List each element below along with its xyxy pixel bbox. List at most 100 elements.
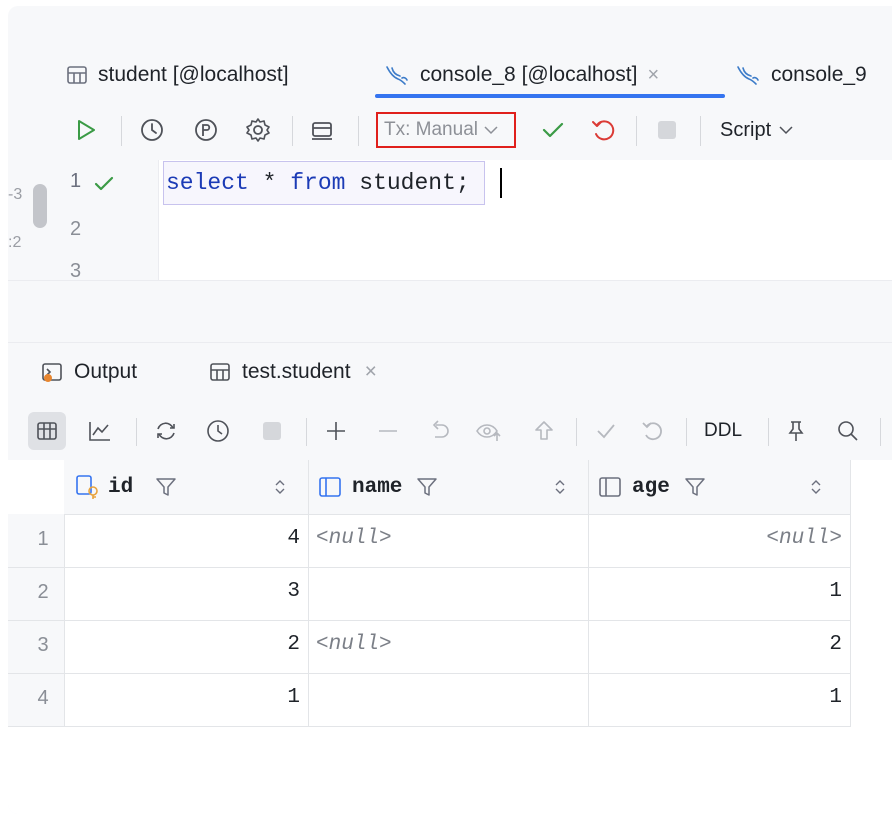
revert-icon[interactable] xyxy=(424,416,456,446)
pin-icon[interactable] xyxy=(780,416,812,446)
chart-view-icon[interactable] xyxy=(84,416,116,446)
tab-console-8[interactable]: console_8 [@localhost] × xyxy=(384,52,659,98)
ddl-button[interactable]: DDL xyxy=(704,420,742,442)
toolbar-separator xyxy=(768,418,769,446)
row-number: 3 xyxy=(37,634,49,656)
rollback-icon[interactable] xyxy=(636,416,668,446)
toolbar-separator xyxy=(306,418,307,446)
tx-mode-label: Tx: Manual xyxy=(384,119,478,140)
cell-age[interactable]: 1 xyxy=(598,686,842,709)
refresh-icon[interactable] xyxy=(150,416,182,446)
toolbar-separator xyxy=(576,418,577,446)
toolbar-separator xyxy=(292,116,293,146)
table-row[interactable]: 4 1 1 xyxy=(8,673,851,727)
table-row[interactable]: 3 2 <null> 2 xyxy=(8,620,851,674)
tab-console-8-label: console_8 [@localhost] xyxy=(420,63,638,86)
tab-console-9-label: console_9 xyxy=(771,63,867,86)
column-header-id[interactable]: id xyxy=(74,460,304,514)
tx-mode-dropdown[interactable]: Tx: Manual xyxy=(376,112,516,148)
column-name: age xyxy=(632,475,670,499)
sql-operator: * xyxy=(248,170,291,196)
toolbar-separator xyxy=(700,116,701,146)
mysql-dolphin-icon xyxy=(386,66,408,85)
tab-result-label: test.student xyxy=(242,360,351,383)
history-icon[interactable] xyxy=(202,416,234,446)
row-number: 1 xyxy=(37,528,49,550)
cell-name[interactable]: <null> xyxy=(316,633,392,656)
tab-output[interactable]: Output xyxy=(40,356,137,388)
filter-icon[interactable] xyxy=(684,476,706,498)
chevron-down-icon xyxy=(779,126,793,135)
tab-student[interactable]: student [@localhost] xyxy=(66,52,289,98)
cell-age[interactable]: 2 xyxy=(598,633,842,656)
primary-key-column-icon xyxy=(76,475,98,499)
bottom-tab-bar xyxy=(8,342,892,403)
commit-check-icon[interactable] xyxy=(590,416,622,446)
toolbar-separator xyxy=(636,116,637,146)
cell-id[interactable]: 4 xyxy=(68,527,300,550)
cell-age[interactable]: <null> xyxy=(598,527,842,550)
toolbar-separator xyxy=(686,418,687,446)
row-number: 2 xyxy=(37,581,49,603)
cell-age[interactable]: 1 xyxy=(598,580,842,603)
toolbar-separator xyxy=(121,116,122,146)
left-fragment: -3 xyxy=(8,186,23,203)
cell-id[interactable]: 2 xyxy=(68,633,300,656)
table-row[interactable]: 2 3 1 xyxy=(8,567,851,621)
cell-id[interactable]: 3 xyxy=(68,580,300,603)
sql-keyword: from xyxy=(290,170,346,196)
toolbar-separator xyxy=(136,418,137,446)
sort-icon[interactable] xyxy=(810,478,822,496)
table-view-icon xyxy=(37,422,57,440)
add-row-icon[interactable] xyxy=(320,416,352,446)
console-output-icon xyxy=(42,363,62,382)
commit-check-icon[interactable] xyxy=(536,114,570,146)
output-layout-icon[interactable] xyxy=(306,114,338,146)
filter-icon[interactable] xyxy=(416,476,438,498)
table-row[interactable]: 1 4 <null> <null> xyxy=(8,514,851,568)
column-header-age[interactable]: age xyxy=(598,460,848,514)
rollback-icon[interactable] xyxy=(586,114,620,146)
column-icon xyxy=(599,477,621,497)
column-name: id xyxy=(108,475,134,499)
line-number: 1 xyxy=(70,170,82,192)
tab-result-test-student[interactable]: test.student × xyxy=(208,356,377,388)
chevron-down-icon xyxy=(484,126,498,135)
toolbar-separator xyxy=(358,116,359,146)
search-icon[interactable] xyxy=(832,416,864,446)
column-icon xyxy=(319,477,341,497)
tab-console-9[interactable]: console_9 xyxy=(735,52,867,98)
filter-icon[interactable] xyxy=(155,476,177,498)
cell-id[interactable]: 1 xyxy=(68,686,300,709)
script-dropdown[interactable]: Script xyxy=(720,114,793,146)
stop-icon[interactable] xyxy=(650,114,684,146)
close-tab-icon[interactable]: × xyxy=(365,360,377,384)
left-fragment: :2 xyxy=(8,234,22,251)
mysql-dolphin-icon xyxy=(737,66,759,85)
sql-statement-line[interactable]: select * from student; xyxy=(163,161,485,205)
submit-up-arrow-icon[interactable] xyxy=(528,416,560,446)
scrollbar-thumb[interactable] xyxy=(33,184,47,228)
parameters-icon[interactable] xyxy=(190,114,222,146)
history-icon[interactable] xyxy=(136,114,168,146)
panel-divider[interactable] xyxy=(8,280,892,343)
view-changes-icon[interactable] xyxy=(472,416,506,446)
script-label: Script xyxy=(720,118,772,141)
cell-name[interactable]: <null> xyxy=(316,527,392,550)
column-header-name[interactable]: name xyxy=(318,460,588,514)
table-view-toggle[interactable] xyxy=(28,412,66,450)
settings-gear-icon[interactable] xyxy=(242,114,274,146)
delete-row-icon[interactable] xyxy=(372,416,404,446)
line-number: 2 xyxy=(70,218,82,240)
stop-icon[interactable] xyxy=(256,416,288,446)
close-tab-icon[interactable]: × xyxy=(647,64,659,87)
tab-output-label: Output xyxy=(74,360,138,383)
row-number: 4 xyxy=(37,687,49,709)
ide-window: student [@localhost] console_8 [@localho… xyxy=(8,6,892,814)
sql-identifier: student; xyxy=(345,170,470,196)
sort-icon[interactable] xyxy=(274,478,286,496)
run-icon[interactable] xyxy=(70,114,102,146)
table-icon xyxy=(210,363,230,381)
text-cursor xyxy=(500,168,502,198)
sort-icon[interactable] xyxy=(554,478,566,496)
